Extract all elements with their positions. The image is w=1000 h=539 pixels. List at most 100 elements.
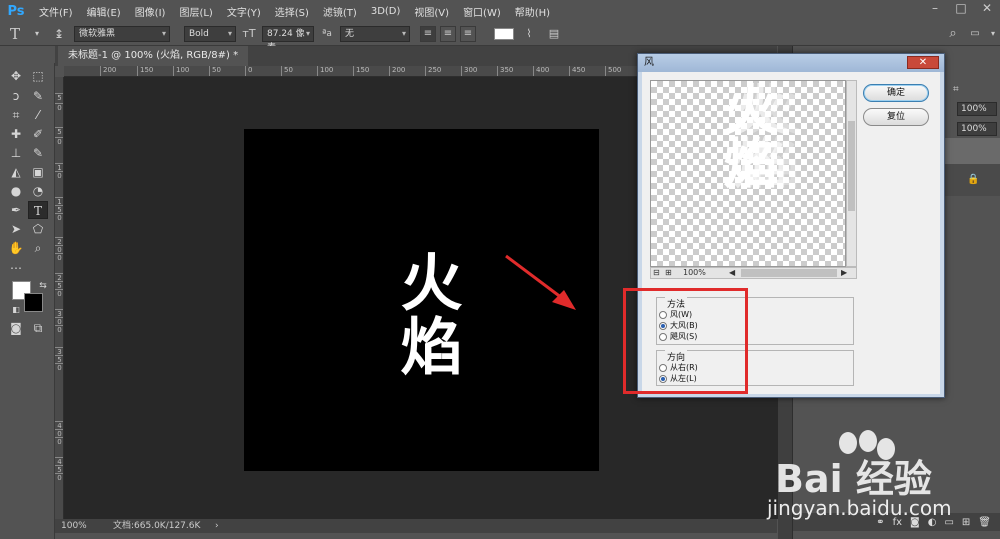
maximize-button[interactable]: □ bbox=[948, 0, 974, 18]
font-style-select[interactable]: Bold ▾ bbox=[184, 25, 236, 42]
character-panel-icon[interactable]: ▤ bbox=[544, 27, 564, 40]
zoom-tool-icon[interactable]: ⌕ bbox=[28, 239, 48, 257]
ruler-label: 200 bbox=[389, 66, 405, 76]
ruler-label: 0 bbox=[55, 437, 63, 446]
text-color-swatch[interactable] bbox=[494, 27, 514, 40]
swap-colors-icon[interactable]: ⇆ bbox=[33, 277, 53, 295]
preview-vertical-scrollbar[interactable] bbox=[846, 80, 857, 267]
fill-field[interactable]: 100% bbox=[957, 122, 997, 136]
zoom-in-icon[interactable]: ⊞ bbox=[665, 268, 672, 278]
screen-mode-icon[interactable]: ⧉ bbox=[28, 319, 48, 337]
history-brush-tool-icon[interactable]: ✎ bbox=[28, 144, 48, 162]
quick-mask-icon[interactable]: ◙ bbox=[6, 319, 26, 337]
dodge-tool-icon[interactable]: ◔ bbox=[28, 182, 48, 200]
warp-text-icon[interactable]: ⌇ bbox=[514, 27, 544, 40]
menu-type[interactable]: 文字(Y) bbox=[220, 4, 268, 19]
scroll-left-icon[interactable]: ◀ bbox=[729, 268, 735, 278]
type-tool-preset[interactable]: T bbox=[0, 25, 30, 43]
opacity-field[interactable]: 100% bbox=[957, 102, 997, 116]
ruler-label: 5 bbox=[55, 93, 63, 102]
healing-brush-tool-icon[interactable]: ✚ bbox=[6, 125, 26, 143]
more-tools-icon[interactable]: ⋯ bbox=[6, 259, 26, 277]
document-tab[interactable]: 未标题-1 @ 100% (火焰, RGB/8#) * bbox=[58, 46, 249, 66]
menu-select[interactable]: 选择(S) bbox=[268, 4, 316, 19]
antialias-icon: ªa bbox=[322, 28, 332, 39]
ruler-label: 150 bbox=[353, 66, 369, 76]
minimize-button[interactable]: – bbox=[922, 0, 948, 18]
reset-button[interactable]: 复位 bbox=[863, 108, 929, 126]
chevron-down-icon[interactable]: ▾ bbox=[986, 29, 1000, 38]
menu-layer[interactable]: 图层(L) bbox=[172, 4, 219, 19]
ruler-label: 0 bbox=[55, 253, 63, 262]
close-button[interactable]: ✕ bbox=[974, 0, 1000, 18]
search-icon[interactable]: ⌕ bbox=[942, 26, 964, 41]
ruler-label: 450 bbox=[569, 66, 585, 76]
filter-preview[interactable]: 火焰 bbox=[650, 80, 846, 267]
ruler-label: 350 bbox=[497, 66, 513, 76]
watermark-url: jingyan.baidu.com bbox=[767, 496, 952, 520]
background-color-swatch[interactable] bbox=[24, 293, 43, 312]
menu-filter[interactable]: 滤镜(T) bbox=[316, 4, 364, 19]
dialog-title: 风 bbox=[638, 54, 944, 72]
chevron-down-icon[interactable]: ▾ bbox=[30, 29, 44, 38]
crop-tool-icon[interactable]: ⌗ bbox=[6, 106, 26, 124]
preview-text: 火焰 bbox=[714, 81, 777, 189]
menu-view[interactable]: 视图(V) bbox=[407, 4, 456, 19]
default-colors-icon[interactable]: ◧ bbox=[6, 301, 26, 319]
align-left-button[interactable]: ≡ bbox=[420, 25, 436, 42]
watermark-brand: Bai 经验 bbox=[775, 457, 932, 501]
eyedropper-tool-icon[interactable]: ⁄ bbox=[28, 106, 48, 124]
font-family-value: 微软雅黑 bbox=[79, 28, 116, 39]
ruler-label: 500 bbox=[605, 66, 621, 76]
antialias-value: 无 bbox=[345, 28, 355, 39]
workspace-icon[interactable]: ▭ bbox=[964, 28, 986, 39]
type-tool-icon[interactable]: T bbox=[28, 201, 48, 219]
layer-row-selected[interactable] bbox=[943, 138, 1000, 164]
font-style-value: Bold bbox=[189, 28, 209, 39]
clone-stamp-tool-icon[interactable]: ⊥ bbox=[6, 144, 26, 162]
doc-info: 文档:665.0K/127.6K bbox=[113, 521, 201, 531]
shape-tool-icon[interactable]: ⬠ bbox=[28, 220, 48, 238]
font-size-field[interactable]: 87.24 像素▾ bbox=[262, 25, 314, 53]
menu-window[interactable]: 窗口(W) bbox=[456, 4, 508, 19]
menu-3d[interactable]: 3D(D) bbox=[364, 6, 408, 17]
align-center-button[interactable]: ≡ bbox=[440, 25, 456, 42]
scroll-thumb[interactable] bbox=[848, 121, 855, 211]
pen-tool-icon[interactable]: ✒ bbox=[6, 201, 26, 219]
ruler-label: 0 bbox=[55, 213, 63, 222]
eraser-tool-icon[interactable]: ◭ bbox=[6, 163, 26, 181]
annotation-highlight-box bbox=[623, 288, 748, 394]
zoom-out-icon[interactable]: ⊟ bbox=[653, 268, 660, 278]
menu-edit[interactable]: 编辑(E) bbox=[80, 4, 128, 19]
lasso-tool-icon[interactable]: ↄ bbox=[6, 87, 26, 105]
align-right-button[interactable]: ≡ bbox=[460, 25, 476, 42]
ruler-label: 0 bbox=[55, 137, 63, 146]
canvas-text-layer[interactable]: 火焰 bbox=[377, 174, 467, 454]
scroll-thumb[interactable] bbox=[741, 269, 837, 277]
menu-bar: Ps 文件(F) 编辑(E) 图像(I) 图层(L) 文字(Y) 选择(S) 滤… bbox=[0, 0, 1000, 22]
chevron-down-icon: ▾ bbox=[227, 28, 232, 38]
blur-tool-icon[interactable]: ● bbox=[6, 182, 26, 200]
ruler-label: 0 bbox=[55, 171, 63, 180]
quick-select-tool-icon[interactable]: ✎ bbox=[28, 87, 48, 105]
chevron-right-icon[interactable]: › bbox=[215, 519, 219, 533]
marquee-tool-icon[interactable]: ⬚ bbox=[28, 67, 48, 85]
baidu-jingyan-watermark: Bai 经验 jingyan.baidu.com bbox=[765, 430, 1000, 520]
ok-button[interactable]: 确定 bbox=[863, 84, 929, 102]
menu-file[interactable]: 文件(F) bbox=[32, 4, 80, 19]
ruler-label: 150 bbox=[137, 66, 153, 76]
gradient-tool-icon[interactable]: ▣ bbox=[28, 163, 48, 181]
orientation-toggle-icon[interactable]: ↨ bbox=[44, 27, 74, 41]
move-tool-icon[interactable]: ✥ bbox=[6, 67, 26, 85]
lock-pixels-icon[interactable]: ⌗ bbox=[953, 84, 959, 95]
antialias-select[interactable]: 无 ▾ bbox=[340, 25, 410, 42]
font-family-select[interactable]: 微软雅黑 ▾ bbox=[74, 25, 170, 42]
zoom-level[interactable]: 100% bbox=[61, 519, 87, 533]
dialog-close-button[interactable]: ✕ bbox=[907, 56, 939, 69]
brush-tool-icon[interactable]: ✐ bbox=[28, 125, 48, 143]
scroll-right-icon[interactable]: ▶ bbox=[841, 268, 847, 278]
menu-image[interactable]: 图像(I) bbox=[128, 4, 173, 19]
path-selection-tool-icon[interactable]: ➤ bbox=[6, 220, 26, 238]
menu-help[interactable]: 帮助(H) bbox=[508, 4, 557, 19]
hand-tool-icon[interactable]: ✋ bbox=[6, 239, 26, 257]
